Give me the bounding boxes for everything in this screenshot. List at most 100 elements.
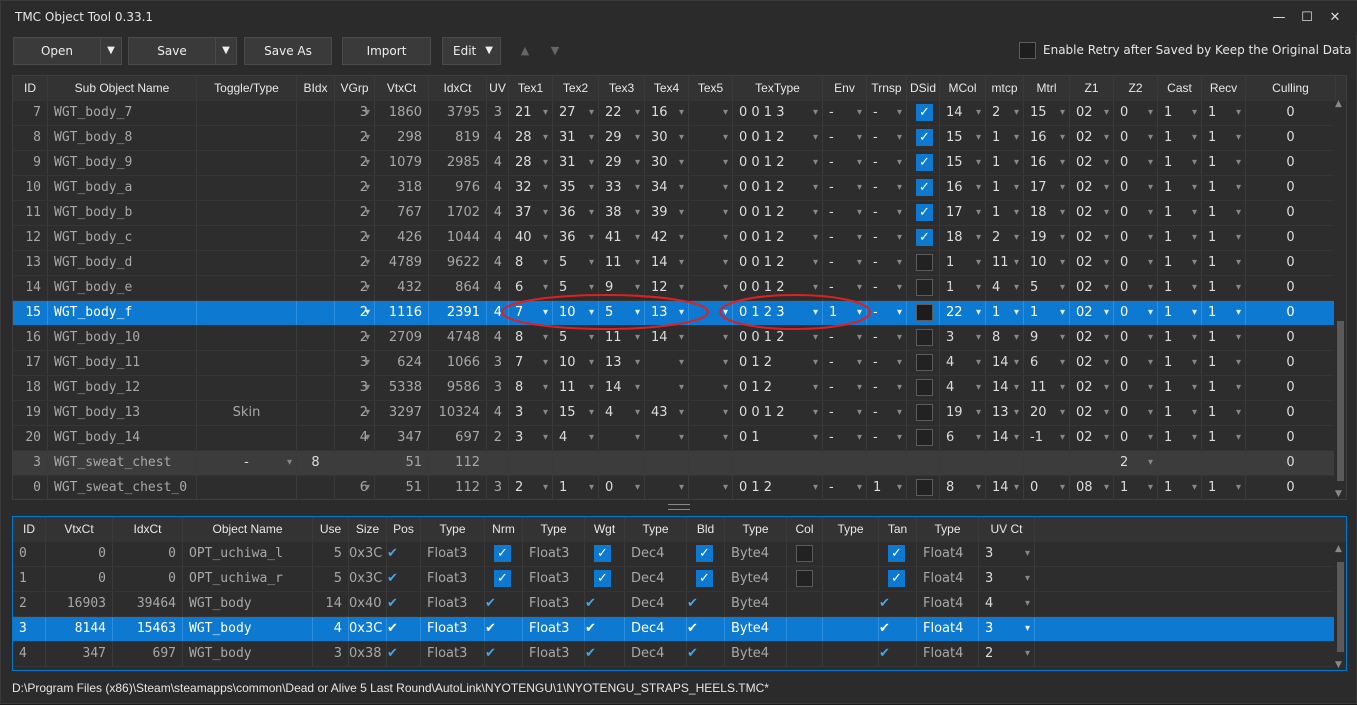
cell-t4[interactable] xyxy=(645,476,689,499)
cell-mtrl[interactable]: 10 xyxy=(1024,251,1070,275)
cell-env[interactable]: - xyxy=(823,326,867,350)
cell-t2[interactable]: 31 xyxy=(553,151,599,175)
cell-env[interactable]: - xyxy=(823,251,867,275)
dsid-checkbox[interactable] xyxy=(916,304,933,321)
dsid-checkbox[interactable] xyxy=(916,254,933,271)
cell-trnsp[interactable]: - xyxy=(867,376,907,400)
sub-object-row[interactable]: 10WGT_body_a23189764323533340 0 1 2--161… xyxy=(13,176,1346,201)
cell-vgrp[interactable]: 6 xyxy=(335,476,375,499)
cell-t5[interactable] xyxy=(689,426,733,450)
sub-object-row[interactable]: 11WGT_body_b276717024373638390 0 1 2--17… xyxy=(13,201,1346,226)
save-dropdown-icon[interactable]: ▼ xyxy=(215,37,237,65)
cell-mtrl[interactable]: 9 xyxy=(1024,326,1070,350)
scroll-down-icon[interactable]: ▼ xyxy=(1335,660,1342,670)
cell-t3[interactable]: 9 xyxy=(599,276,645,300)
cell-recv[interactable]: 1 xyxy=(1202,326,1246,350)
cell-mcol[interactable]: 22 xyxy=(940,301,986,325)
cell-trnsp[interactable]: - xyxy=(867,276,907,300)
object-row[interactable]: 2 16903 39464 WGT_body 14 0x40 ✔ Float3 ✔ Float3 ✔… xyxy=(13,592,1346,617)
cell-t4[interactable]: 39 xyxy=(645,201,689,225)
cell-t1[interactable]: 40 xyxy=(509,226,553,250)
cell-t3[interactable]: 13 xyxy=(599,351,645,375)
cell-z2[interactable]: 0 xyxy=(1114,301,1158,325)
cell-trnsp[interactable]: - xyxy=(867,251,907,275)
cell-textype[interactable]: 0 1 2 xyxy=(733,351,823,375)
column-header-type[interactable]: Type xyxy=(421,517,485,541)
cell-trnsp[interactable]: - xyxy=(867,351,907,375)
cell-z1[interactable]: 02 xyxy=(1070,226,1114,250)
cell-t1[interactable]: 3 xyxy=(509,401,553,425)
cell-mcol[interactable]: 1 xyxy=(940,251,986,275)
cell-t3[interactable]: 29 xyxy=(599,151,645,175)
cell-trnsp[interactable]: - xyxy=(867,226,907,250)
cell-z2[interactable]: 0 xyxy=(1114,201,1158,225)
object-row[interactable]: 000OPT_uchiwa_l50x3C✔Float3Float3Dec4Byt… xyxy=(13,542,1346,567)
move-up-icon[interactable]: ▲ xyxy=(514,39,536,63)
cell-t1[interactable]: 28 xyxy=(509,126,553,150)
column-header-cast[interactable]: Cast xyxy=(1158,76,1202,100)
dsid-cell[interactable] xyxy=(907,376,940,400)
cell-mtrl[interactable]: 0 xyxy=(1024,476,1070,499)
column-header-bidx[interactable]: BIdx xyxy=(297,76,335,100)
cell-mtcp[interactable]: 1 xyxy=(986,301,1024,325)
cell-mcol[interactable]: 14 xyxy=(940,101,986,125)
cell-z1[interactable]: 02 xyxy=(1070,326,1114,350)
cell-recv[interactable]: 1 xyxy=(1202,476,1246,499)
wgt-checkbox[interactable] xyxy=(594,567,611,591)
dsid-checkbox[interactable] xyxy=(916,354,933,371)
cell-z1[interactable]: 02 xyxy=(1070,151,1114,175)
cell-t4[interactable]: 43 xyxy=(645,401,689,425)
column-header-tex4[interactable]: Tex4 xyxy=(645,76,689,100)
column-header-wgt[interactable]: Wgt xyxy=(585,517,625,541)
sub-object-row[interactable]: 15WGT_body_f21116239147105130 1 2 31-221… xyxy=(13,301,1346,326)
cell-z2[interactable]: 2 xyxy=(1114,451,1158,475)
cell-z2[interactable]: 0 xyxy=(1114,251,1158,275)
column-header-mtrl[interactable]: Mtrl xyxy=(1024,76,1070,100)
dsid-checkbox[interactable] xyxy=(916,329,933,346)
cell-recv[interactable]: 1 xyxy=(1202,151,1246,175)
dsid-checkbox[interactable] xyxy=(916,226,933,250)
cell-recv[interactable]: 1 xyxy=(1202,101,1246,125)
cell-z2[interactable]: 0 xyxy=(1114,426,1158,450)
cell-trnsp[interactable]: 1 xyxy=(867,476,907,499)
nrm-checkbox[interactable] xyxy=(494,542,511,566)
dsid-checkbox[interactable] xyxy=(916,479,933,496)
column-header-dsid[interactable]: DSid xyxy=(907,76,940,100)
column-header-idxct[interactable]: IdxCt xyxy=(429,76,487,100)
cell-mtrl[interactable]: 18 xyxy=(1024,201,1070,225)
cell-textype[interactable]: 0 0 1 2 xyxy=(733,126,823,150)
cell-t5[interactable] xyxy=(689,176,733,200)
cell-cast[interactable]: 1 xyxy=(1158,201,1202,225)
cell-mtcp[interactable]: 4 xyxy=(986,276,1024,300)
cell-vgrp[interactable]: 2 xyxy=(335,401,375,425)
cell-textype[interactable]: 0 1 2 xyxy=(733,476,823,499)
object-row[interactable]: 4 347 697 WGT_body 3 0x38 ✔ Float3 ✔ Float3 ✔ Dec4 ✔… xyxy=(13,642,1346,667)
cell-recv[interactable]: 1 xyxy=(1202,401,1246,425)
cell-recv[interactable]: 1 xyxy=(1202,201,1246,225)
cell-z1[interactable]: 02 xyxy=(1070,126,1114,150)
column-header-type[interactable]: Type xyxy=(823,517,879,541)
close-icon[interactable]: ✕ xyxy=(1322,7,1348,29)
column-header-bld[interactable]: Bld xyxy=(687,517,725,541)
cell-uvct[interactable]: 3 xyxy=(979,542,1035,566)
cell-cast[interactable]: 1 xyxy=(1158,276,1202,300)
cell-z1[interactable]: 02 xyxy=(1070,376,1114,400)
cell-mcol[interactable]: 4 xyxy=(940,351,986,375)
cell-z2[interactable]: 0 xyxy=(1114,176,1158,200)
cell-env[interactable]: - xyxy=(823,151,867,175)
cell-env[interactable]: - xyxy=(823,351,867,375)
dsid-cell[interactable] xyxy=(907,126,940,150)
cell-t2[interactable]: 27 xyxy=(553,101,599,125)
column-header-type[interactable]: Type xyxy=(725,517,787,541)
cell-vgrp[interactable]: 2 xyxy=(335,276,375,300)
column-header-vgrp[interactable]: VGrp xyxy=(335,76,375,100)
column-header-trnsp[interactable]: Trnsp xyxy=(867,76,907,100)
cell-t5[interactable] xyxy=(689,101,733,125)
dsid-cell[interactable] xyxy=(907,351,940,375)
object-row[interactable]: 3 8144 15463 WGT_body 4 0x3C ✔ Float3 ✔ Float3 ✔ De… xyxy=(13,617,1346,642)
vertical-scrollbar[interactable]: ▲ ▼ xyxy=(1334,99,1346,499)
cell-z2[interactable]: 1 xyxy=(1114,476,1158,499)
dsid-cell[interactable] xyxy=(907,226,940,250)
dsid-checkbox[interactable] xyxy=(916,429,933,446)
column-header-size[interactable]: Size xyxy=(349,517,387,541)
